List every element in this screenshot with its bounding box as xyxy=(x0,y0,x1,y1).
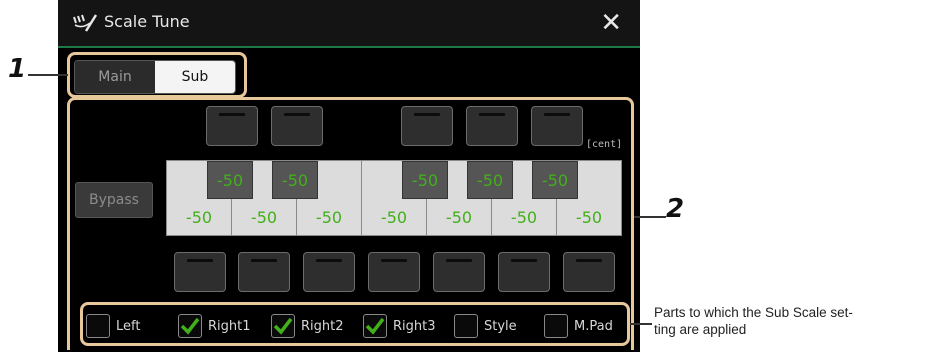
callout-leader-2 xyxy=(634,216,666,218)
annotation-text: Parts to which the Sub Scale set- ting a… xyxy=(654,305,853,337)
parts-leader xyxy=(630,323,652,325)
scale-tune-icon xyxy=(73,14,98,32)
parts-callout-frame xyxy=(80,302,630,346)
callout-1-frame xyxy=(67,52,247,98)
title-bar: Scale Tune ✕ xyxy=(58,0,640,48)
callout-leader-1 xyxy=(28,74,68,76)
callout-number-2: 2 xyxy=(666,194,685,224)
close-button[interactable]: ✕ xyxy=(600,8,622,38)
window-title: Scale Tune xyxy=(104,12,190,31)
parts-annotation: Parts to which the Sub Scale set- ting a… xyxy=(654,304,944,338)
callout-number-1: 1 xyxy=(8,54,27,84)
